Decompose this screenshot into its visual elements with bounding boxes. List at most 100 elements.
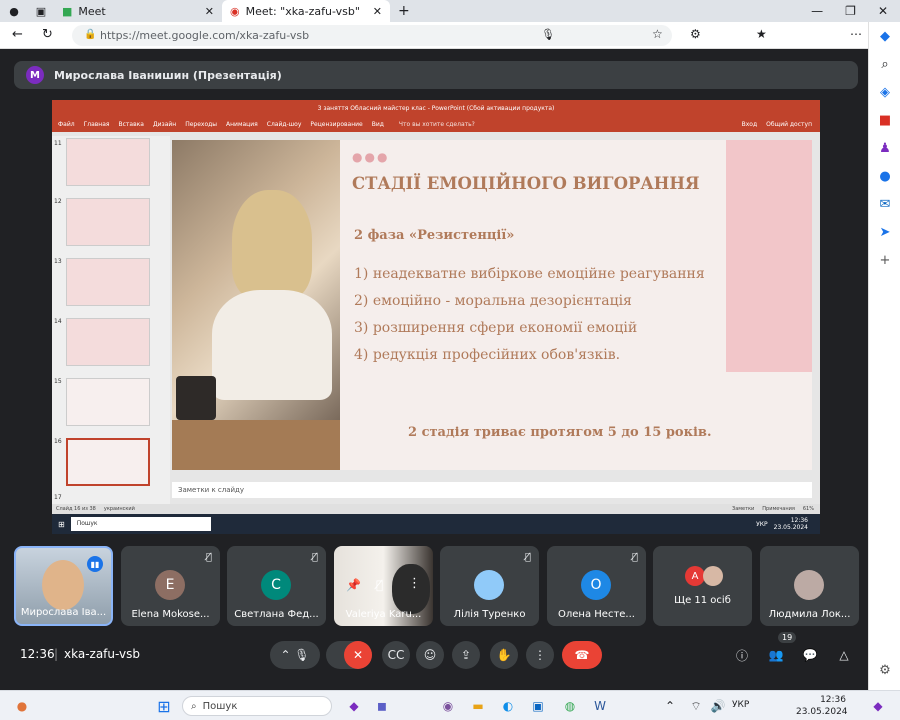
slide-item-3: 3) розширення сфери економії емоцій [354, 320, 638, 336]
ppt-menu-slideshow[interactable]: Слайд-шоу [267, 121, 302, 128]
tab-actions-icon[interactable]: ▣ [28, 5, 54, 18]
ppt-menu-design[interactable]: Дизайн [153, 121, 176, 128]
new-tab-icon[interactable]: + [398, 3, 410, 19]
tab-meet[interactable]: ■ Meet ✕ [54, 0, 222, 22]
status-comments[interactable]: Примечания [762, 506, 795, 512]
ppt-menu-view[interactable]: Вид [372, 121, 384, 128]
star-icon[interactable]: ☆ [652, 27, 663, 41]
viber-icon[interactable]: ◉ [438, 696, 458, 716]
pin-icon[interactable]: 📌 [346, 578, 361, 592]
taskbar-date: 23.05.2024 [796, 707, 848, 717]
ppt-login[interactable]: Вход [742, 121, 758, 128]
status-notes[interactable]: Заметки [732, 506, 754, 512]
wifi-icon[interactable]: ⌔ [686, 696, 706, 716]
divider: | [54, 647, 59, 661]
minimize-icon[interactable]: — [811, 4, 823, 18]
settings-icon[interactable]: ⚙ [869, 656, 900, 684]
close-icon[interactable]: ✕ [373, 5, 382, 18]
tray-chevron-icon[interactable]: ⌃ [660, 696, 680, 716]
more-participants-tile[interactable]: A Ще 11 осіб [653, 546, 752, 626]
slide-thumb[interactable] [66, 378, 150, 426]
ppt-menu-review[interactable]: Рецензирование [310, 121, 362, 128]
copilot-icon[interactable]: ◆ [869, 22, 900, 50]
camera-off-button[interactable]: ✕ [344, 641, 372, 669]
slide-thumb[interactable] [66, 258, 150, 306]
participant-tile[interactable]: 🎙̸ E Elena Mokose... [121, 546, 220, 626]
add-icon[interactable]: + [869, 246, 900, 274]
raise-hand-button[interactable]: ✋ [490, 641, 518, 669]
thumb-number: 12 [54, 198, 62, 205]
explorer-icon[interactable]: ▬ [468, 696, 488, 716]
slide-thumb[interactable] [66, 198, 150, 246]
participant-tile[interactable]: 🎙̸ C Светлана Фед... [227, 546, 326, 626]
teams-icon[interactable]: ◼ [372, 696, 392, 716]
end-call-button[interactable]: ☎ [562, 641, 602, 669]
send-icon[interactable]: ➤ [869, 218, 900, 246]
chrome-icon[interactable]: ◍ [560, 696, 580, 716]
ppt-share[interactable]: Общий доступ [766, 121, 812, 128]
captions-button[interactable]: CC [382, 641, 410, 669]
taskbar-lang[interactable]: УКР [732, 700, 749, 710]
participant-tile[interactable]: 🎙̸ Лілія Туренко [440, 546, 539, 626]
slide-thumb[interactable] [66, 138, 150, 186]
taskbar-clock[interactable]: 12:36 23.05.2024 [796, 694, 848, 718]
chat-icon[interactable]: 💬 [796, 641, 824, 669]
notes-pane[interactable]: Заметки к слайду [172, 482, 812, 498]
tab-meet-active[interactable]: ◉ Meet: "xka-zafu-vsb" ✕ [222, 0, 390, 22]
extensions-icon[interactable]: ⚙ [690, 27, 701, 41]
maximize-icon[interactable]: ❐ [845, 4, 856, 18]
info-icon[interactable]: ⓘ [728, 641, 756, 669]
favorites-icon[interactable]: ★ [756, 27, 767, 41]
edge-icon[interactable]: ◐ [498, 696, 518, 716]
ppt-menu-home[interactable]: Главная [84, 121, 110, 128]
more-options-icon[interactable]: ⋮ [408, 576, 421, 591]
slide-thumbnails: 11 12 13 14 15 16 17 [52, 136, 170, 504]
slide-item-4: 4) редукція професійних обов'язків. [354, 347, 621, 363]
mic-off-icon[interactable]: 🎙̸ [376, 578, 383, 592]
ppt-search-hint[interactable]: Что вы хотите сделать? [399, 121, 475, 128]
taskbar-search[interactable]: ⌕ Пошук [182, 696, 332, 716]
start-icon[interactable]: ⊞ [154, 696, 174, 716]
copilot-tray-icon[interactable]: ◆ [868, 696, 888, 716]
word-icon[interactable]: W [590, 696, 610, 716]
ppt-menu-animation[interactable]: Анимация [226, 121, 258, 128]
present-button[interactable]: ⇪ [452, 641, 480, 669]
participant-tile-self[interactable]: ▮▮ Мирослава Іва... [14, 546, 113, 626]
lock-icon[interactable]: 🔒 [84, 29, 96, 40]
search-icon[interactable]: ⌕ [869, 50, 900, 78]
copilot-icon[interactable]: ◆ [344, 696, 364, 716]
shared-screen: 3 заняття Обласний майстер клас - PowerP… [52, 100, 820, 534]
tools-icon[interactable]: ■ [869, 106, 900, 134]
mic-icon[interactable]: 🎙 [541, 28, 555, 41]
volume-icon[interactable]: 🔊 [708, 696, 728, 716]
store-icon[interactable]: ▣ [528, 696, 548, 716]
status-zoom[interactable]: 61% [803, 506, 814, 512]
participant-tile[interactable]: 🎙̸ O Олена Несте... [547, 546, 646, 626]
more-options-button[interactable]: ⋮ [526, 641, 554, 669]
slide-thumb[interactable] [66, 318, 150, 366]
ppt-menu-file[interactable]: Файл [58, 121, 75, 128]
ppt-menu-transitions[interactable]: Переходы [185, 121, 217, 128]
mic-options-button[interactable]: ⌃ 🎙 [270, 641, 320, 669]
more-icon[interactable]: ⋯ [850, 27, 862, 41]
back-icon[interactable]: ← [12, 27, 23, 42]
woman-shirt [212, 290, 332, 400]
profile-icon[interactable]: ● [0, 5, 28, 18]
emoji-button[interactable]: ☺ [416, 641, 444, 669]
participant-tile[interactable]: Людмила Лок... [760, 546, 859, 626]
window-close-icon[interactable]: ✕ [878, 4, 888, 18]
widgets-icon[interactable]: ● [12, 696, 32, 716]
participant-tile-hovered[interactable]: 📌 🎙̸ ⋮ Valeriya Karu... [334, 546, 433, 626]
games-icon[interactable]: ♟ [869, 134, 900, 162]
office-icon[interactable]: ● [869, 162, 900, 190]
slide-thumb-selected[interactable] [66, 438, 150, 486]
url-field[interactable]: https://meet.google.com/xka-zafu-vsb [72, 25, 672, 46]
activities-icon[interactable]: △ [830, 641, 858, 669]
slide-title: СТАДІЇ ЕМОЦІЙНОГО ВИГОРАННЯ [352, 174, 700, 193]
reload-icon[interactable]: ↻ [42, 27, 53, 42]
close-icon[interactable]: ✕ [205, 5, 214, 18]
people-icon[interactable]: 👥 [762, 641, 790, 669]
ppt-menu-insert[interactable]: Вставка [119, 121, 144, 128]
shopping-icon[interactable]: ◈ [869, 78, 900, 106]
outlook-icon[interactable]: ✉ [869, 190, 900, 218]
